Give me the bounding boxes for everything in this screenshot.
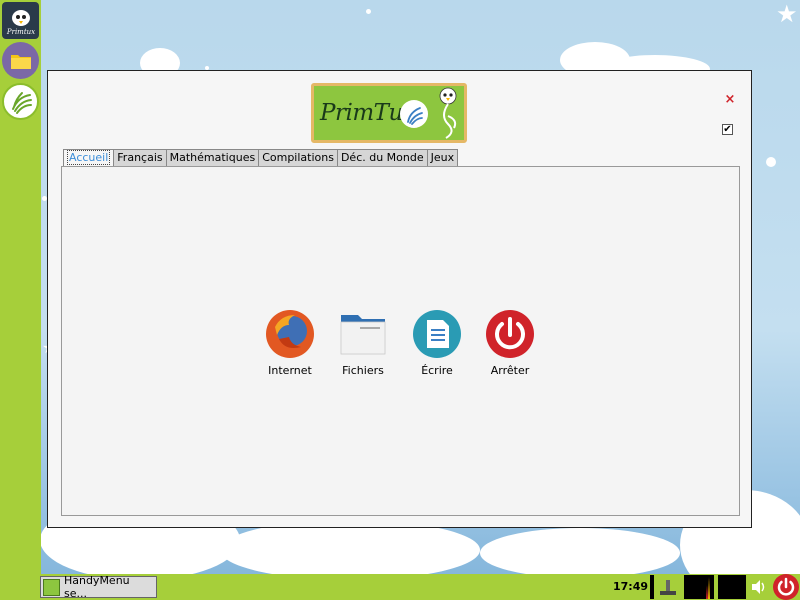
tab-francais[interactable]: Français: [114, 149, 167, 167]
tab-mathematiques[interactable]: Mathématiques: [166, 149, 260, 167]
power-icon: [486, 310, 534, 358]
app-label: Fichiers: [342, 364, 384, 377]
cpu-monitor-graph: [684, 575, 714, 599]
app-label: Écrire: [421, 364, 453, 377]
category-tabs: Accueil Français Mathématiques Compilati…: [63, 149, 459, 167]
taskbar: HandyMenu se... 17:49: [0, 574, 800, 600]
tab-compilations[interactable]: Compilations: [259, 149, 338, 167]
tab-panel-accueil: Internet Fichiers Écrire Arrêter: [61, 166, 740, 516]
tray-separator: [650, 575, 654, 599]
app-label: Arrêter: [490, 364, 530, 377]
memory-monitor-graph: [718, 575, 746, 599]
files-folder-icon[interactable]: [2, 42, 39, 79]
primtux-logo-icon[interactable]: Primtux: [2, 2, 39, 39]
tab-jeux[interactable]: Jeux: [427, 149, 459, 167]
app-label: Internet: [268, 364, 312, 377]
keep-open-checkbox[interactable]: ✔: [722, 124, 733, 135]
power-icon: [777, 577, 795, 596]
app-internet-button[interactable]: Internet: [255, 309, 325, 377]
primtux-banner-logo: PrimTux: [311, 83, 467, 143]
left-launcher-panel: Primtux: [0, 0, 41, 574]
hand-icon: [400, 100, 428, 128]
handymenu-window: PrimTux × ✔ Accueil Français Mathématiqu…: [47, 70, 752, 528]
app-arreter-button[interactable]: Arrêter: [475, 309, 545, 377]
tab-accueil[interactable]: Accueil: [63, 149, 115, 167]
firefox-icon: [266, 310, 314, 358]
volume-icon[interactable]: [750, 578, 768, 596]
taskbar-handymenu-label: HandyMenu se...: [63, 574, 130, 600]
app-fichiers-button[interactable]: Fichiers: [328, 309, 398, 377]
app-ecrire-button[interactable]: Écrire: [402, 309, 472, 377]
close-icon[interactable]: ×: [723, 93, 737, 107]
tab-decouverte-du-monde[interactable]: Déc. du Monde: [337, 149, 428, 167]
power-tray-button[interactable]: [773, 574, 799, 600]
taskbar-handymenu-button[interactable]: HandyMenu se...: [40, 574, 157, 600]
folder-icon: [340, 315, 386, 355]
svg-text:Primtux: Primtux: [6, 28, 35, 36]
mascot-icon: [439, 87, 457, 139]
network-icon[interactable]: [658, 577, 678, 597]
clock[interactable]: 17:49: [613, 580, 648, 593]
handymenu-task-icon: [43, 578, 60, 596]
document-icon: [413, 310, 461, 358]
handymenu-icon[interactable]: [2, 83, 39, 120]
